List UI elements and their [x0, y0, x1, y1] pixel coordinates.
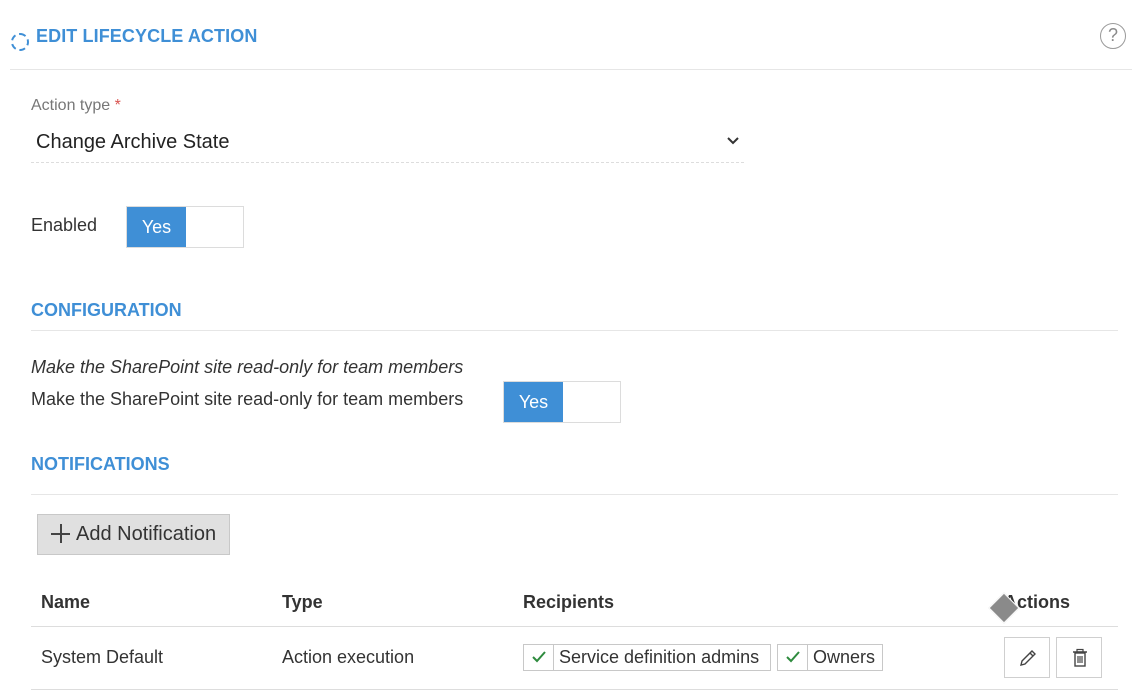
- action-type-select[interactable]: Change Archive State: [31, 124, 744, 163]
- add-notification-button[interactable]: Add Notification: [37, 514, 230, 555]
- loading-icon: [11, 33, 29, 51]
- table-header-divider: [31, 626, 1118, 627]
- page-title: EDIT LIFECYCLE ACTION: [36, 26, 258, 46]
- read-only-toggle-yes: Yes: [504, 382, 563, 422]
- recipient-chip: Owners: [777, 644, 883, 671]
- action-type-value: Change Archive State: [36, 131, 230, 153]
- chevron-down-icon: [727, 137, 739, 145]
- section-divider: [31, 330, 1118, 331]
- enabled-toggle[interactable]: Yes: [126, 206, 244, 248]
- required-marker: *: [114, 97, 121, 114]
- delete-button[interactable]: [1056, 637, 1102, 678]
- column-header-type: Type: [282, 592, 323, 612]
- edit-button[interactable]: [1004, 637, 1050, 678]
- enabled-label: Enabled: [31, 215, 98, 235]
- add-notification-label: Add Notification: [76, 523, 217, 545]
- action-type-label: Action type *: [31, 97, 121, 114]
- check-icon: [778, 645, 808, 670]
- enabled-toggle-yes: Yes: [127, 207, 186, 247]
- read-only-toggle[interactable]: Yes: [503, 381, 621, 423]
- recipient-label: Owners: [813, 647, 876, 667]
- recipient-chip: Service definition admins: [523, 644, 771, 671]
- notifications-section-title: NOTIFICATIONS: [31, 454, 170, 474]
- trash-icon: [1073, 648, 1087, 667]
- configuration-description: Make the SharePoint site read-only for t…: [31, 357, 464, 377]
- section-divider: [31, 494, 1118, 495]
- edit-icon: [1020, 650, 1036, 666]
- table-row-divider: [31, 689, 1118, 690]
- configuration-section-title: CONFIGURATION: [31, 300, 182, 320]
- read-only-label: Make the SharePoint site read-only for t…: [31, 389, 464, 409]
- check-icon: [524, 645, 554, 670]
- column-header-name: Name: [41, 592, 91, 612]
- column-header-recipients: Recipients: [523, 592, 615, 612]
- recipient-label: Service definition admins: [559, 647, 760, 667]
- row-name: System Default: [41, 647, 164, 667]
- plus-icon: [51, 523, 71, 543]
- page-header: EDIT LIFECYCLE ACTION: [10, 0, 1132, 70]
- help-icon[interactable]: ?: [1100, 23, 1126, 49]
- row-type: Action execution: [282, 647, 415, 667]
